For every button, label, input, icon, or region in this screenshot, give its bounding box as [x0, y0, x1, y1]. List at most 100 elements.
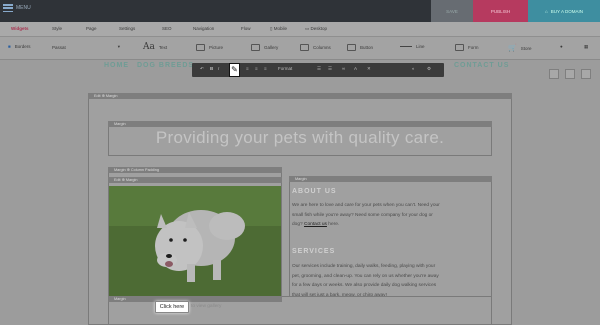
hamburger-icon [3, 4, 13, 12]
gallery-widget-label: Gallery [264, 45, 279, 50]
font-select[interactable]: Passat ▾ [52, 44, 120, 50]
outer-margin-bar[interactable]: Edit ⊕ Margin [88, 93, 512, 99]
samoyed-dog-image [109, 186, 281, 296]
tab-settings[interactable]: Settings [119, 26, 135, 31]
title-margin-bar[interactable]: Margin [108, 121, 492, 127]
borders-toggle[interactable]: ■ Borders [8, 44, 30, 49]
contact-us-link[interactable]: Contact us [304, 222, 327, 227]
edit-pencil-button[interactable]: ✎ [229, 63, 240, 77]
columns-widget-label: Columns [313, 45, 331, 50]
line-icon [400, 46, 412, 47]
widget-toolbar: ■ Borders Passat ▾ Aa Text Picture Galle… [0, 37, 600, 60]
store-widget[interactable]: 🛒 Store [508, 44, 531, 52]
services-paragraph[interactable]: Our services include training, daily wal… [292, 262, 488, 300]
undo-icon[interactable]: ↶ [200, 66, 204, 72]
dog-photo[interactable] [109, 186, 281, 296]
column-padding-bar[interactable]: Margin ⊕ Column Padding [108, 167, 282, 173]
more-widgets[interactable]: ▦ [584, 44, 588, 50]
form-widget[interactable]: Form [455, 44, 479, 51]
click-here-button[interactable]: Click here [155, 301, 189, 313]
map-pin-icon: ● [560, 44, 563, 49]
align-left-icon[interactable]: ≡ [246, 66, 249, 71]
services-line-2: pet, grooming, and clean-up. You can rel… [292, 273, 439, 279]
tab-page[interactable]: Page [86, 26, 97, 31]
picture-icon [196, 44, 205, 51]
about-heading[interactable]: ABOUT US [292, 188, 337, 195]
clear-format-icon[interactable]: ✕ [367, 66, 371, 72]
services-heading[interactable]: SERVICES [292, 248, 335, 255]
about-line-3-pre: dog? [292, 222, 303, 228]
save-button[interactable]: SAVE [431, 0, 473, 22]
about-line-3-post: here. [328, 222, 340, 228]
cart-icon: 🛒 [508, 45, 517, 52]
align-right-icon[interactable]: ≡ [264, 66, 267, 71]
nav-dog-breeds[interactable]: DOG BREEDS [137, 62, 194, 69]
tab-mobile-label: Mobile [273, 26, 287, 31]
right-margin-bar[interactable]: Margin [289, 176, 492, 182]
desktop-preview-icon[interactable] [549, 69, 559, 79]
line-widget[interactable]: Line [400, 44, 425, 49]
button-margin-bar[interactable]: Margin [108, 296, 282, 302]
columns-widget[interactable]: Columns [300, 44, 331, 51]
about-line-2: small fish while you're away? Need some … [292, 212, 433, 218]
about-paragraph[interactable]: We are here to love and care for your pe… [292, 201, 488, 230]
numbered-list-icon[interactable]: ☰ [328, 66, 332, 72]
about-line-3: dog? Contact us here. [292, 220, 488, 230]
gallery-icon [251, 44, 260, 51]
nav-contact[interactable]: CONTACT US [454, 62, 509, 69]
menu-button[interactable]: MENU [3, 4, 31, 12]
text-format-toolbar: ↶ B I ✎ ≡ ≡ ≡ Format ☰ ☰ ∞ A ✕ ◐ ⚙ [192, 63, 444, 77]
link-icon[interactable]: ∞ [342, 66, 345, 71]
picture-widget-label: Picture [209, 45, 224, 50]
tab-desktop[interactable]: ▭ Desktop [305, 26, 327, 32]
bold-button[interactable]: B [210, 66, 213, 71]
font-size-icon[interactable]: A [354, 66, 357, 71]
tab-desktop-label: Desktop [310, 26, 328, 31]
text-widget[interactable]: Aa Text [143, 42, 167, 52]
italic-button[interactable]: I [218, 66, 219, 71]
services-line-1: Our services include training, daily wal… [292, 264, 436, 269]
cart-icon: ⌂ [545, 8, 548, 14]
button-icon [347, 44, 356, 51]
format-select[interactable]: Format [278, 66, 292, 71]
button-widget-label: Button [360, 45, 374, 50]
borders-checkbox-icon: ■ [8, 44, 11, 49]
align-center-icon[interactable]: ≡ [255, 66, 258, 71]
paint-icon[interactable]: ◐ [412, 66, 415, 71]
top-bar: MENU SAVE PUBLISH ⌂ BUY A DOMAIN [0, 0, 600, 22]
gallery-widget[interactable]: Gallery [251, 44, 278, 51]
buy-domain-label: BUY A DOMAIN [550, 8, 583, 14]
image-margin-bar[interactable]: Edit ⊕ Margin [108, 177, 282, 183]
pencil-icon: ✎ [231, 65, 238, 74]
gallery-caption: to view gallery [191, 304, 222, 309]
picture-widget[interactable]: Picture [196, 44, 223, 51]
tab-widgets[interactable]: Widgets [11, 26, 28, 31]
more-icon: ▦ [584, 44, 589, 49]
button-widget[interactable]: Button [347, 44, 373, 51]
settings-icon[interactable]: ⚙ [427, 66, 431, 72]
tablet-preview-icon[interactable] [565, 69, 575, 79]
menu-label: MENU [16, 5, 31, 11]
store-widget-label: Store [520, 45, 532, 51]
form-widget-label: Form [468, 45, 479, 50]
font-select-value: Passat [52, 44, 66, 50]
publish-button[interactable]: PUBLISH [473, 0, 528, 22]
list-icon[interactable]: ☰ [317, 66, 321, 72]
columns-icon [300, 44, 309, 51]
hero-title[interactable]: Providing your pets with quality care. [108, 128, 492, 148]
tab-seo[interactable]: SEO [162, 26, 172, 31]
tab-mobile[interactable]: ▯ Mobile [270, 26, 287, 32]
about-line-1: We are here to love and care for your pe… [292, 203, 440, 208]
line-widget-label: Line [416, 44, 425, 49]
tab-navigation[interactable]: Navigation [193, 26, 214, 31]
phone-preview-icon[interactable] [581, 69, 591, 79]
chevron-down-icon: ▾ [117, 44, 121, 49]
text-icon: Aa [143, 42, 155, 52]
map-widget[interactable]: ● [560, 44, 563, 49]
tab-flow[interactable]: Flow [241, 26, 251, 31]
tab-style[interactable]: Style [52, 26, 62, 31]
buy-domain-button[interactable]: ⌂ BUY A DOMAIN [528, 0, 600, 22]
borders-label: Borders [14, 44, 31, 49]
nav-home[interactable]: HOME [104, 62, 129, 69]
editor-tabs: Widgets Style Page Settings SEO Navigati… [0, 22, 600, 37]
